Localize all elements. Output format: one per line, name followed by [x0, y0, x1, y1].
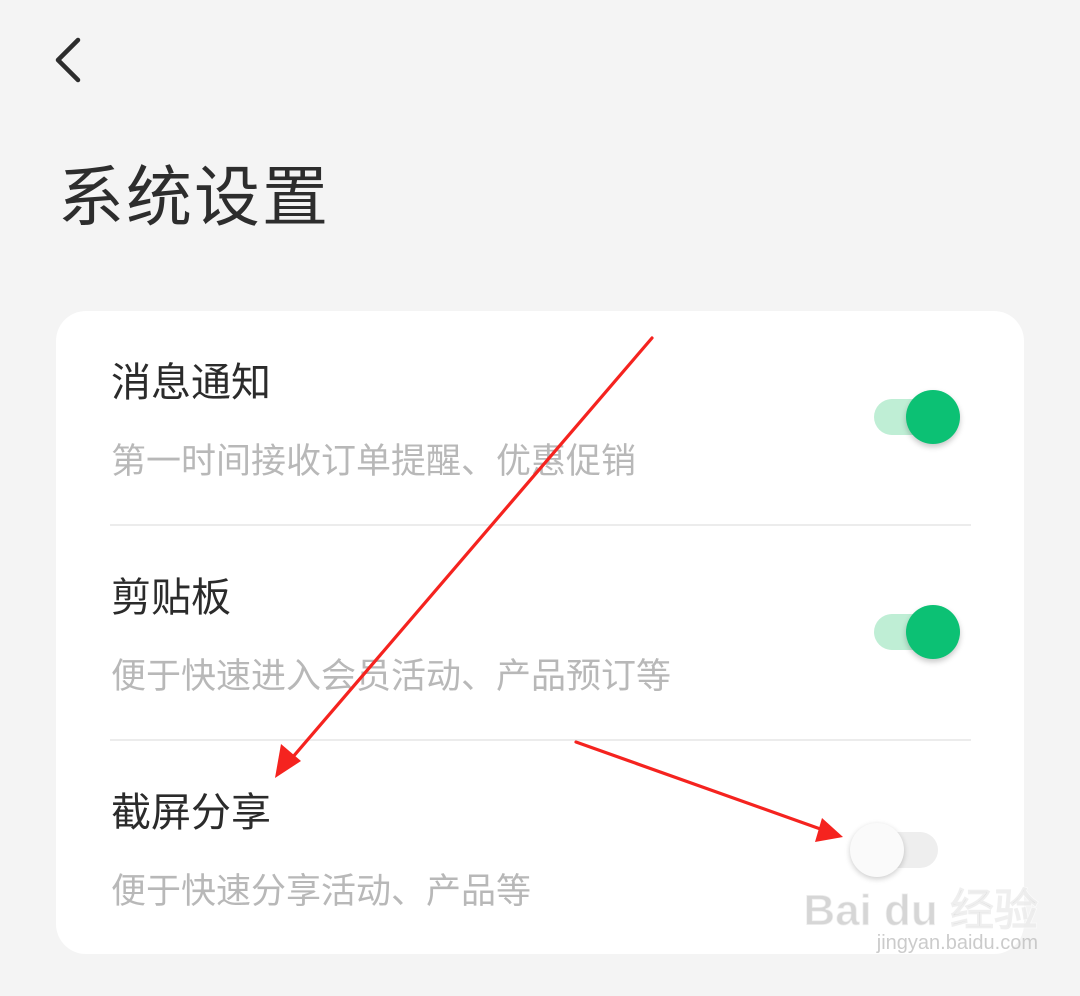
toggle-knob: [906, 605, 960, 659]
setting-desc-screenshot-share: 便于快速分享活动、产品等: [111, 872, 532, 912]
setting-title-screenshot-share: 截屏分享: [111, 790, 271, 836]
setting-row-notifications: 消息通知 第一时间接收订单提醒、优惠促销: [56, 311, 1024, 525]
setting-title-notifications: 消息通知: [111, 360, 271, 406]
toggle-knob: [906, 390, 960, 444]
setting-row-screenshot-share: 截屏分享 便于快速分享活动、产品等: [56, 741, 1024, 955]
screenshot-share-toggle[interactable]: [850, 819, 940, 879]
settings-card: 消息通知 第一时间接收订单提醒、优惠促销 剪贴板 便于快速进入会员活动、产品预订…: [56, 311, 1024, 954]
page-title: 系统设置: [58, 159, 330, 236]
back-button[interactable]: [44, 28, 100, 92]
toggle-knob: [850, 823, 904, 877]
chevron-left-icon: [55, 37, 81, 83]
clipboard-toggle[interactable]: [870, 601, 960, 661]
setting-desc-notifications: 第一时间接收订单提醒、优惠促销: [111, 442, 637, 482]
notifications-toggle[interactable]: [870, 386, 960, 446]
setting-desc-clipboard: 便于快速进入会员活动、产品预订等: [111, 657, 672, 697]
setting-title-clipboard: 剪贴板: [111, 575, 231, 621]
setting-row-clipboard: 剪贴板 便于快速进入会员活动、产品预订等: [56, 526, 1024, 740]
